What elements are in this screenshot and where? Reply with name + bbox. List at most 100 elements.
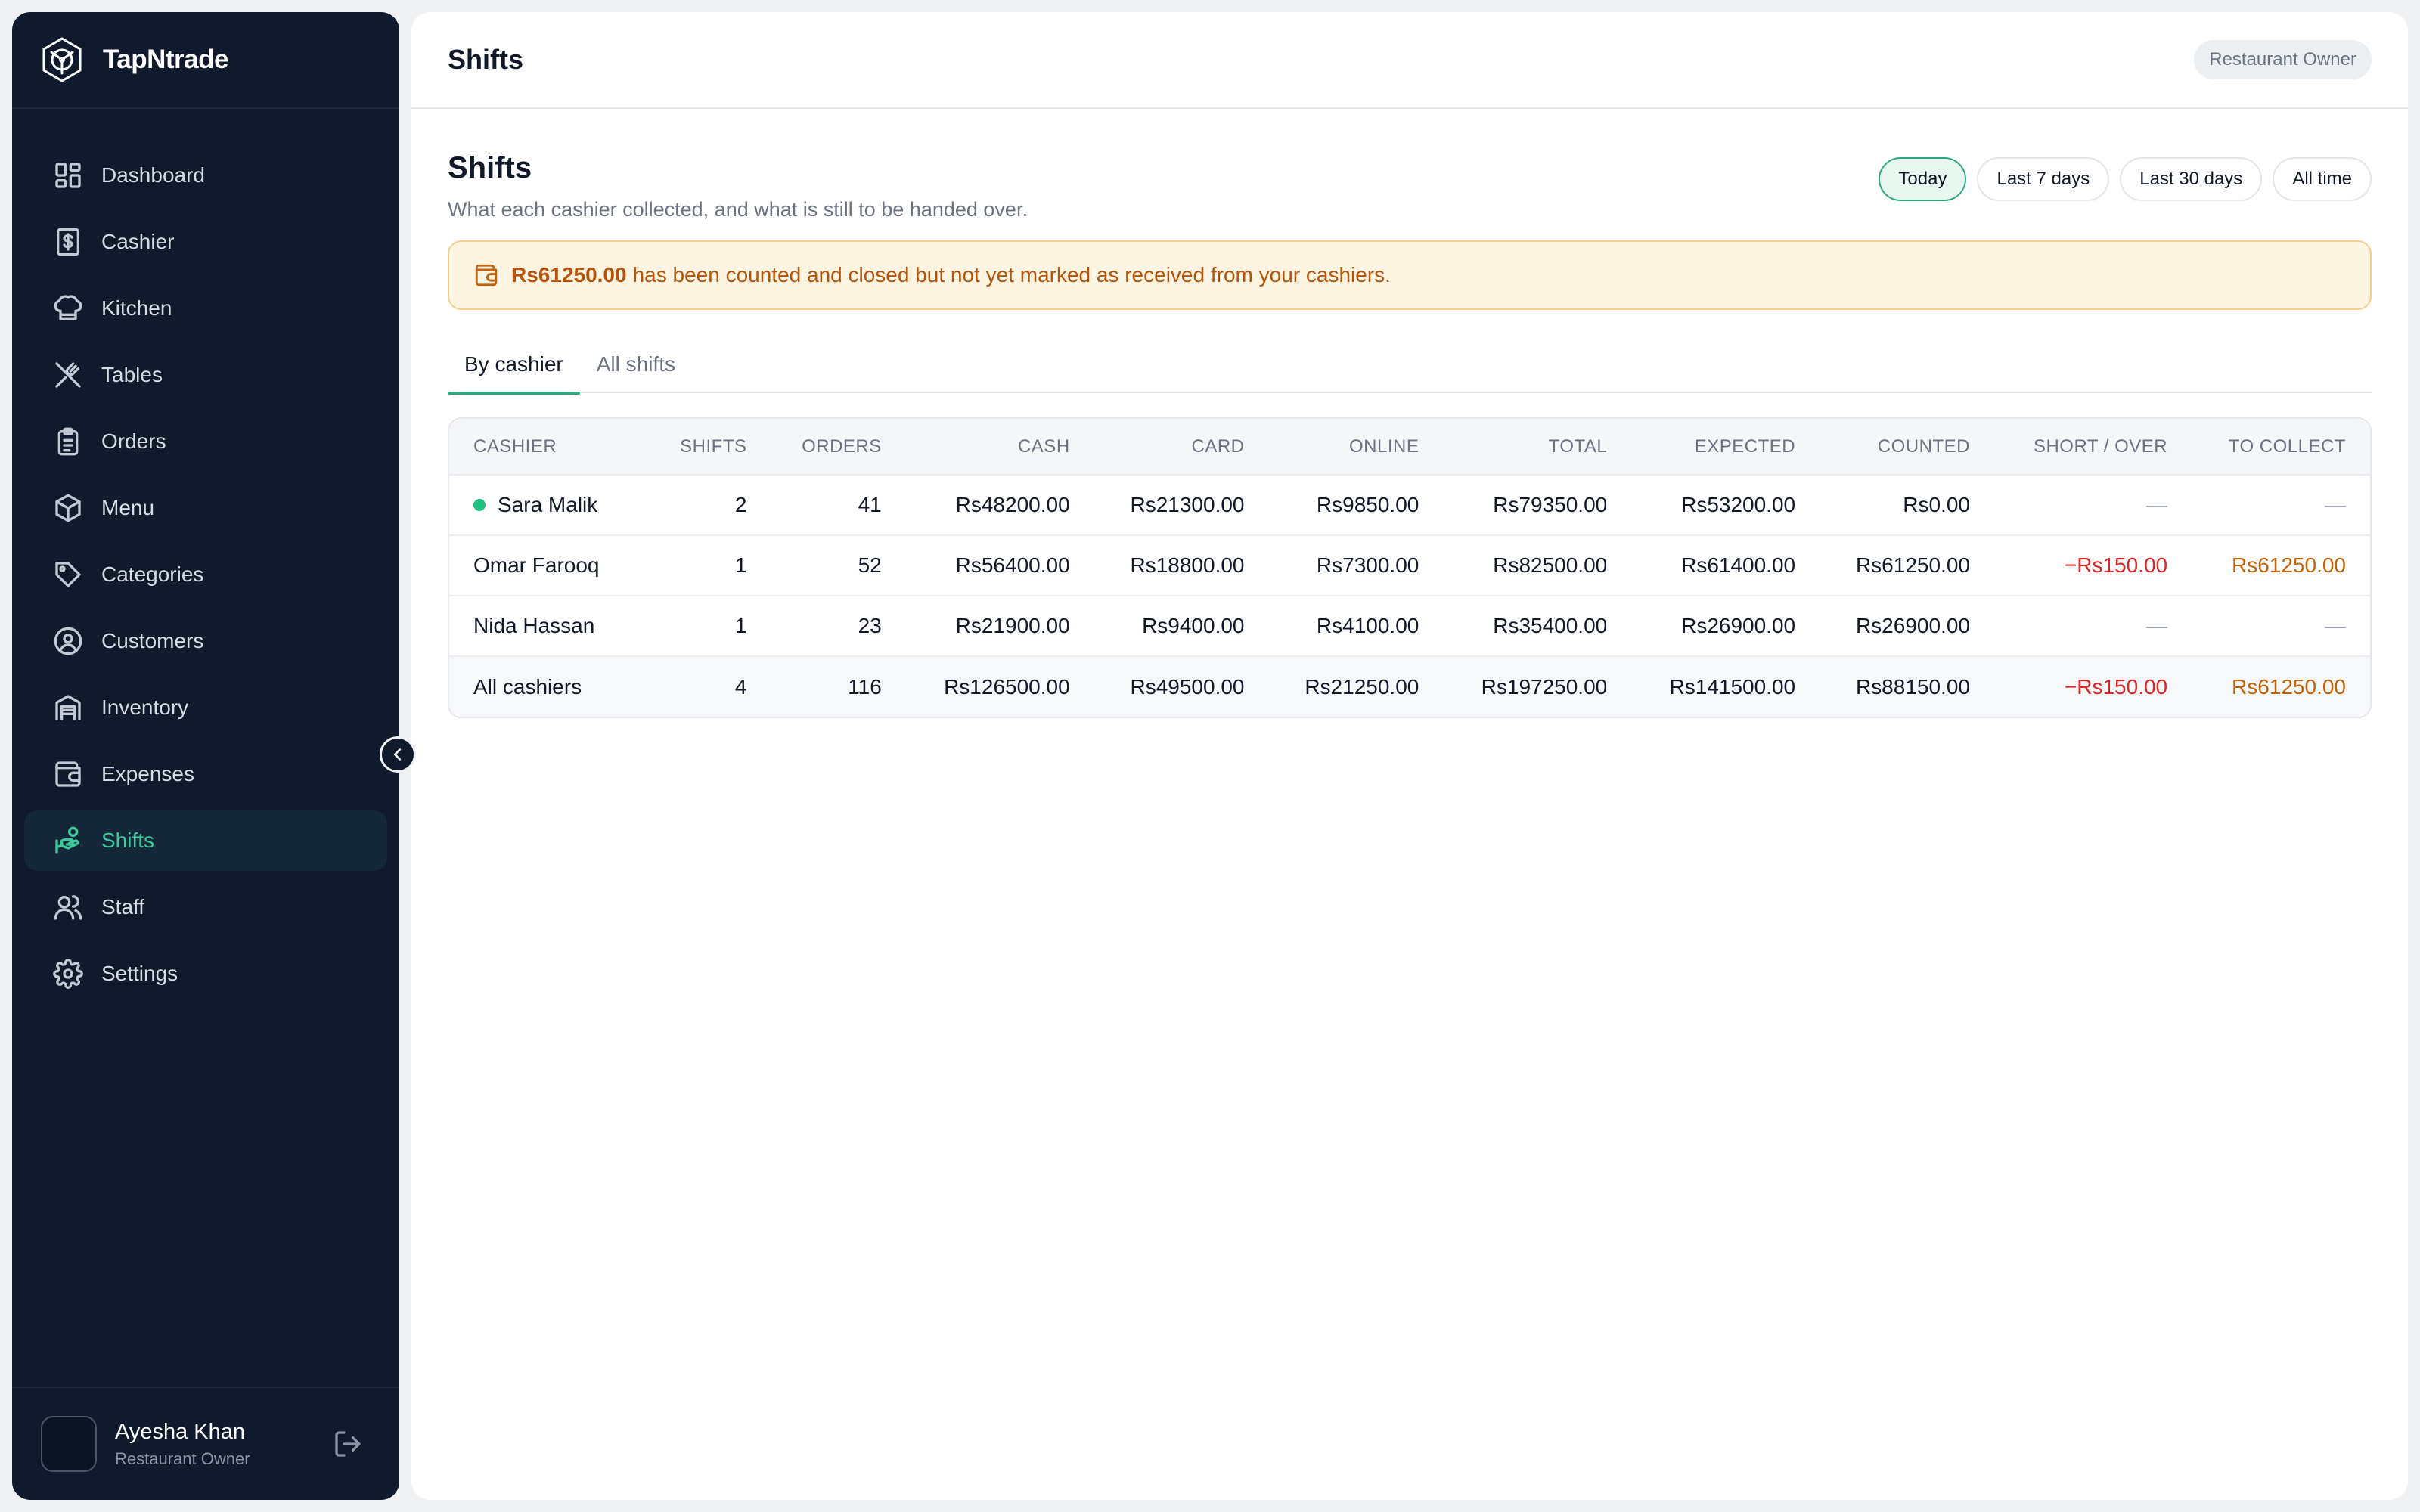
shifts-cell: 1	[651, 534, 771, 596]
sidebar-item-cashier[interactable]: Cashier	[24, 212, 387, 272]
user-name: Ayesha Khan	[115, 1419, 245, 1444]
range-all-time-button[interactable]: All time	[2273, 157, 2372, 201]
page-subtitle: What each cashier collected, and what is…	[448, 198, 1028, 221]
chef-hat-icon	[53, 293, 83, 324]
sidebar-collapse-button[interactable]	[380, 736, 416, 773]
expected-cell: Rs26900.00	[1631, 595, 1820, 656]
sidebar-item-menu[interactable]: Menu	[24, 478, 387, 538]
sidebar-item-label: Menu	[101, 496, 155, 519]
online-status-dot	[473, 498, 486, 511]
sidebar-item-label: Settings	[101, 962, 178, 985]
online-cell: Rs4100.00	[1268, 595, 1444, 656]
orders-cell: 41	[771, 474, 906, 535]
sidebar-item-label: Orders	[101, 429, 166, 453]
sidebar-item-kitchen[interactable]: Kitchen	[24, 278, 387, 339]
logout-icon[interactable]	[333, 1429, 363, 1459]
cashier-icon	[53, 227, 83, 257]
clipboard-icon	[53, 426, 83, 457]
alert-amount: Rs61250.00	[511, 263, 627, 287]
hand-coins-icon	[53, 826, 83, 856]
column-header-card: CARD	[1094, 419, 1269, 475]
cashier-summary-table: CASHIER SHIFTS ORDERS CASH CARD ONLINE T…	[448, 417, 2372, 718]
expected-cell: Rs141500.00	[1631, 655, 1820, 717]
sidebar-item-expenses[interactable]: Expenses	[24, 744, 387, 804]
sidebar-item-label: Inventory	[101, 696, 189, 719]
sidebar-item-settings[interactable]: Settings	[24, 943, 387, 1004]
dashboard-icon	[53, 160, 83, 191]
user-profile: Ayesha Khan Restaurant Owner	[12, 1387, 399, 1500]
brand[interactable]: TapNtrade	[12, 12, 399, 109]
cash-cell: Rs21900.00	[905, 595, 1094, 656]
sidebar-item-label: Expenses	[101, 762, 194, 785]
sidebar-item-categories[interactable]: Categories	[24, 544, 387, 605]
short-over-cell: −Rs150.00	[1993, 534, 2192, 596]
view-tabs: By cashier All shifts	[448, 336, 2372, 395]
table-row[interactable]: Nida Hassan 1 23 Rs21900.00 Rs9400.00 Rs…	[449, 595, 2370, 656]
sidebar-item-label: Customers	[101, 629, 204, 652]
counted-cell: Rs26900.00	[1820, 595, 1994, 656]
cashier-name: Sara Malik	[498, 493, 598, 516]
range-last-30-days-button[interactable]: Last 30 days	[2120, 157, 2263, 201]
sidebar-item-staff[interactable]: Staff	[24, 877, 387, 937]
shifts-cell: 4	[651, 655, 771, 717]
box-icon	[53, 493, 83, 523]
shifts-cell: 1	[651, 595, 771, 656]
sidebar-item-label: Tables	[101, 363, 163, 386]
cashier-name: Nida Hassan	[473, 614, 595, 637]
to-collect-cell: —	[2192, 474, 2370, 535]
warehouse-icon	[53, 692, 83, 723]
online-cell: Rs9850.00	[1268, 474, 1444, 535]
column-header-shifts: SHIFTS	[651, 419, 771, 475]
avatar[interactable]	[41, 1416, 97, 1472]
table-header-row: CASHIER SHIFTS ORDERS CASH CARD ONLINE T…	[449, 419, 2370, 475]
user-circle-icon	[53, 626, 83, 656]
main-panel: Shifts Restaurant Owner Shifts What each…	[411, 12, 2408, 1500]
card-cell: Rs18800.00	[1094, 534, 1269, 596]
counted-cell: Rs61250.00	[1820, 534, 1994, 596]
topbar-title: Shifts	[448, 44, 524, 75]
page-title: Shifts	[448, 151, 532, 184]
range-last-7-days-button[interactable]: Last 7 days	[1977, 157, 2110, 201]
range-today-button[interactable]: Today	[1879, 157, 1967, 201]
online-cell: Rs7300.00	[1268, 534, 1444, 596]
role-badge: Restaurant Owner	[2194, 40, 2372, 79]
column-header-counted: COUNTED	[1820, 419, 1994, 475]
total-cell: Rs35400.00	[1443, 595, 1632, 656]
column-header-cashier: CASHIER	[449, 419, 652, 475]
short-over-cell: −Rs150.00	[1993, 655, 2192, 717]
counted-cell: Rs88150.00	[1820, 655, 1994, 717]
date-range-filter: Today Last 7 days Last 30 days All time	[1879, 157, 2372, 201]
sidebar-item-shifts[interactable]: Shifts	[24, 810, 387, 871]
expected-cell: Rs61400.00	[1631, 534, 1820, 596]
wallet-icon	[53, 759, 83, 789]
sidebar-item-dashboard[interactable]: Dashboard	[24, 145, 387, 206]
total-cell: Rs197250.00	[1443, 655, 1632, 717]
table-row[interactable]: Omar Farooq 1 52 Rs56400.00 Rs18800.00 R…	[449, 534, 2370, 596]
table-row[interactable]: Sara Malik 2 41 Rs48200.00 Rs21300.00 Rs…	[449, 474, 2370, 535]
sidebar-item-tables[interactable]: Tables	[24, 345, 387, 405]
sidebar-item-orders[interactable]: Orders	[24, 411, 387, 472]
column-header-expected: EXPECTED	[1631, 419, 1820, 475]
table-total-row: All cashiers 4 116 Rs126500.00 Rs49500.0…	[449, 655, 2370, 717]
online-cell: Rs21250.00	[1268, 655, 1444, 717]
utensils-icon	[53, 360, 83, 390]
column-header-orders: ORDERS	[771, 419, 906, 475]
chevron-left-icon	[393, 748, 402, 761]
pending-collection-alert: Rs61250.00 has been counted and closed b…	[448, 240, 2372, 310]
expected-cell: Rs53200.00	[1631, 474, 1820, 535]
card-cell: Rs21300.00	[1094, 474, 1269, 535]
top-bar: Shifts Restaurant Owner	[411, 12, 2408, 109]
tab-by-cashier[interactable]: By cashier	[448, 336, 580, 395]
sidebar: TapNtrade Dashboard Cashier Kitchen Tabl…	[12, 12, 399, 1500]
wallet-icon	[473, 262, 499, 288]
to-collect-cell: —	[2192, 595, 2370, 656]
short-over-cell: —	[1993, 595, 2192, 656]
sidebar-item-label: Kitchen	[101, 296, 172, 320]
short-over-cell: —	[1993, 474, 2192, 535]
gear-icon	[53, 959, 83, 989]
cashier-cell: All cashiers	[449, 655, 652, 717]
tab-all-shifts[interactable]: All shifts	[580, 336, 692, 393]
sidebar-item-inventory[interactable]: Inventory	[24, 677, 387, 738]
cash-cell: Rs56400.00	[905, 534, 1094, 596]
sidebar-item-customers[interactable]: Customers	[24, 611, 387, 671]
